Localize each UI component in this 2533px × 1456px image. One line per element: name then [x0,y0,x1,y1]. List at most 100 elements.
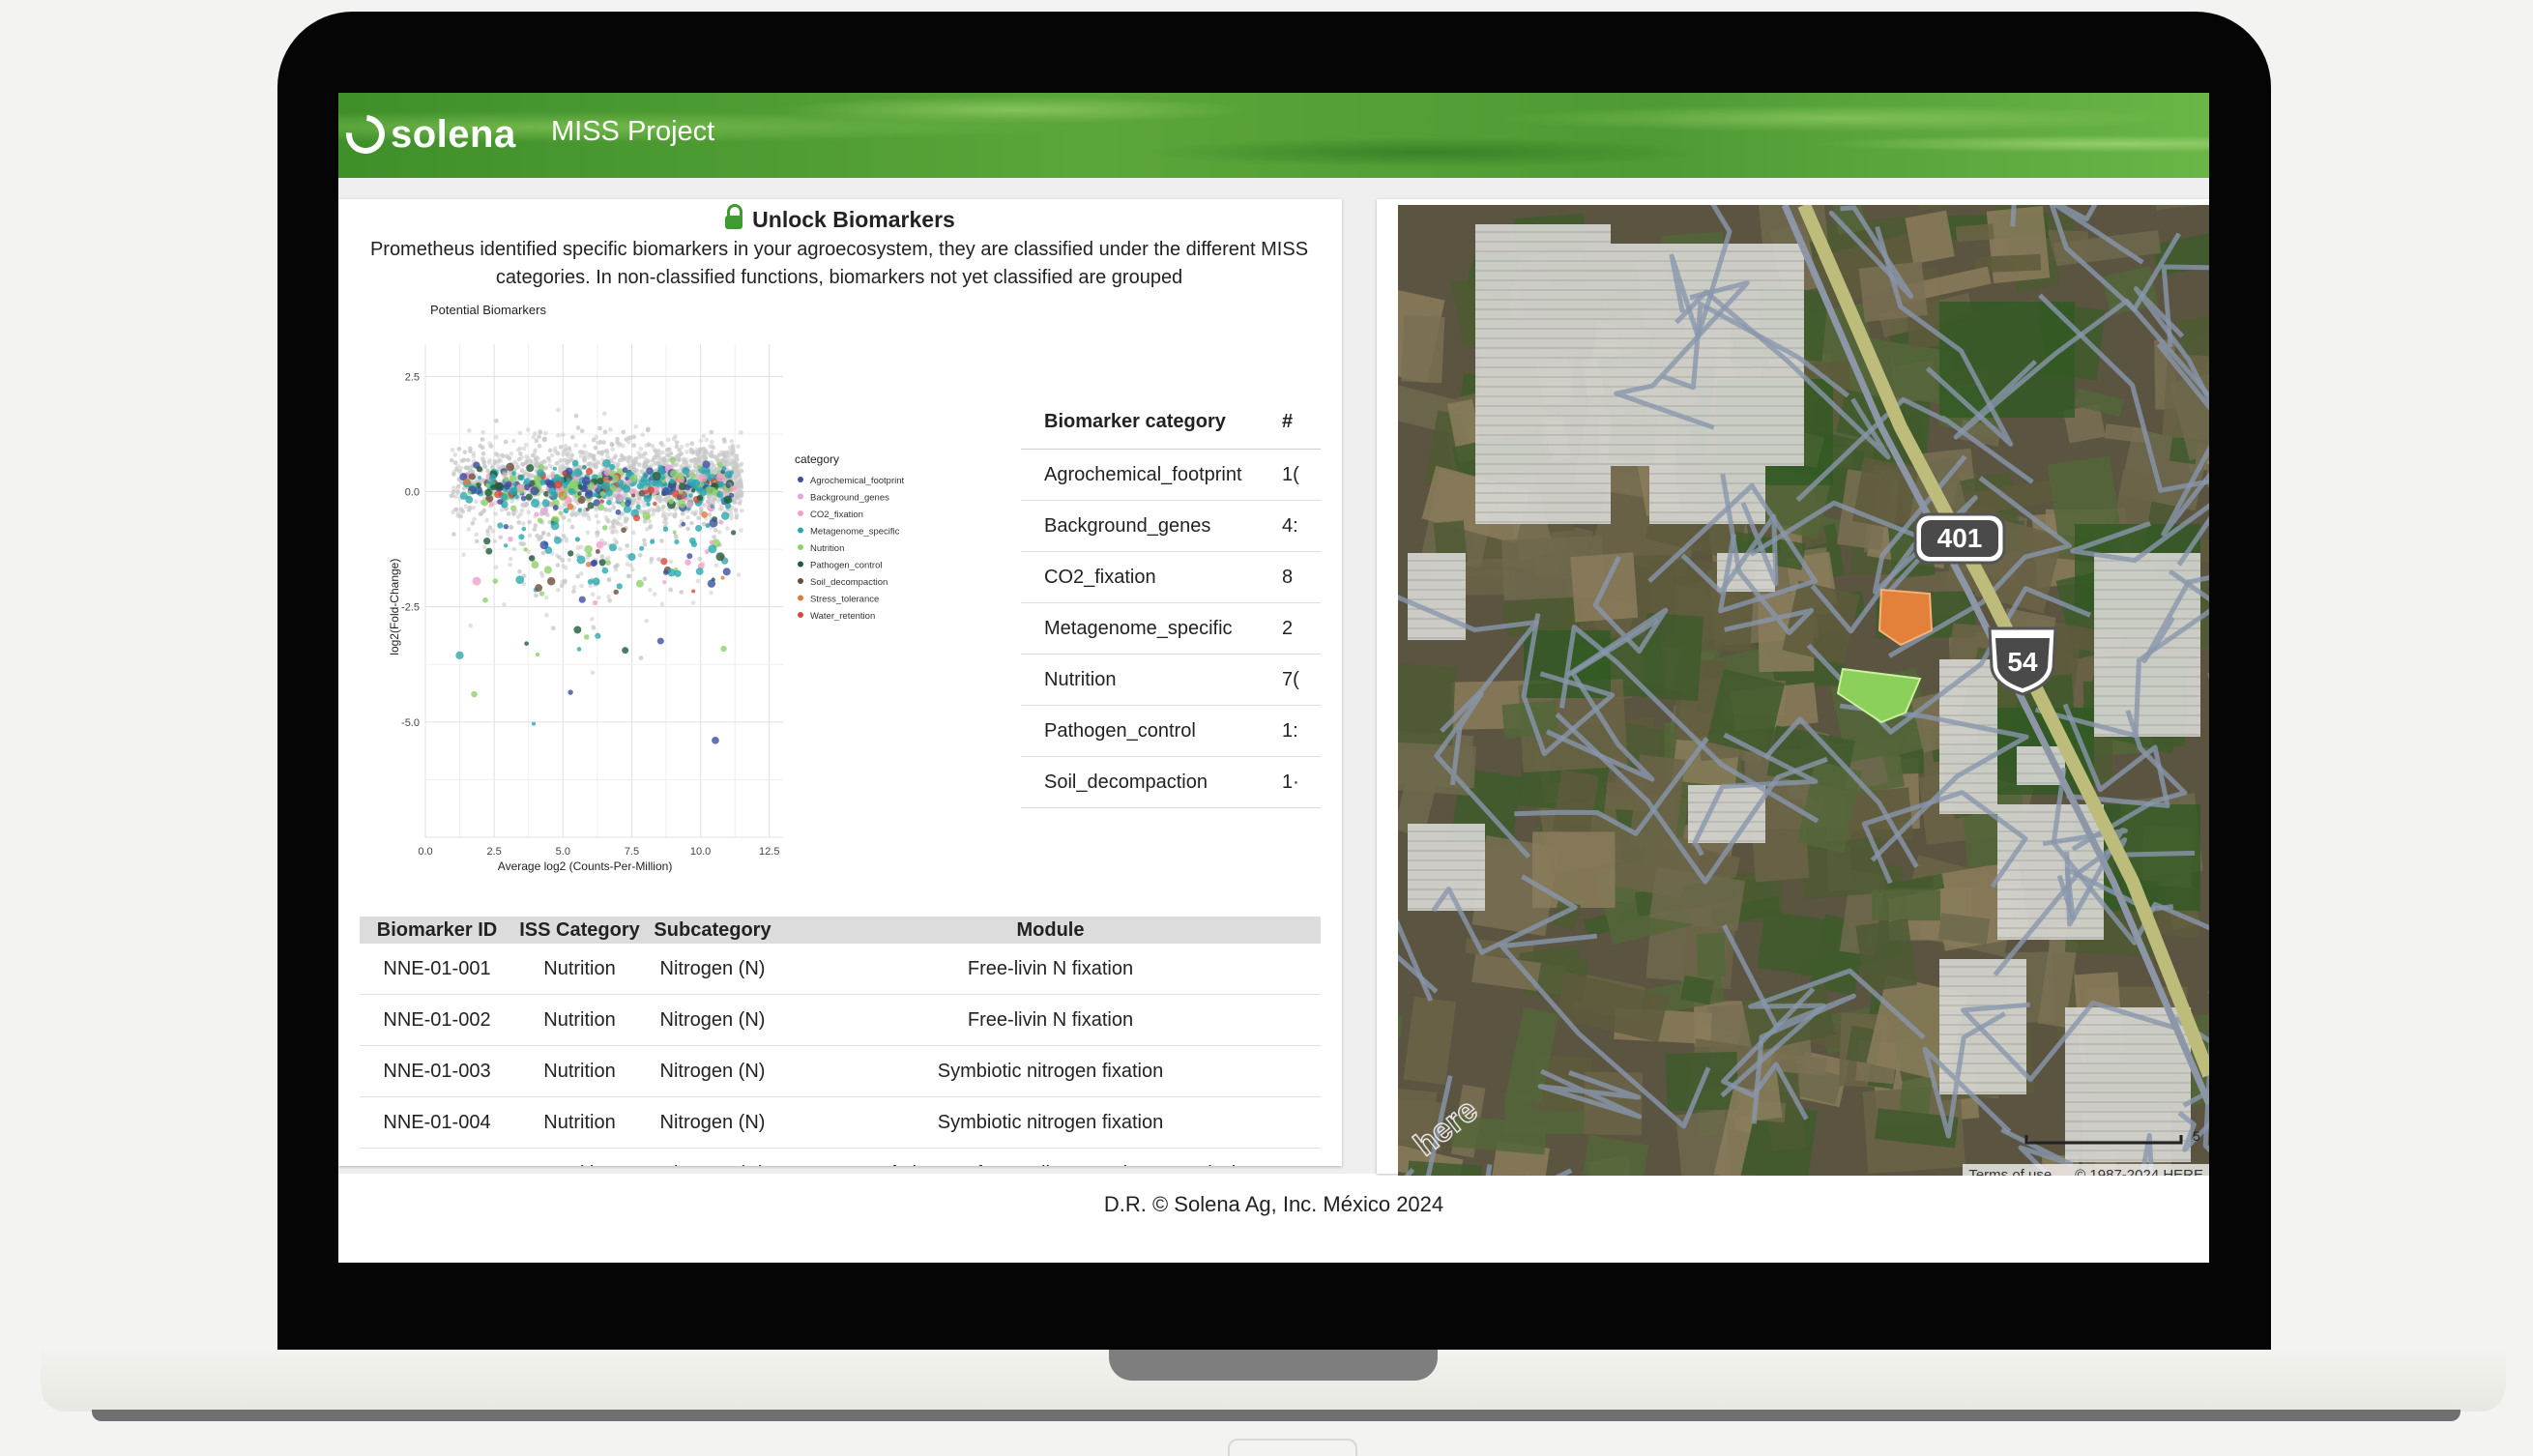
background-point [640,432,645,437]
background-point [557,555,562,560]
background-point [589,617,595,622]
header-iss-category[interactable]: ISS Category [514,919,645,942]
background-point [558,505,563,510]
series-point-metagenome_specific [725,503,732,510]
legend-swatch [798,561,803,568]
series-point-nutrition [558,510,564,515]
category-row[interactable]: Agrochemical_footprint 1( [1021,450,1321,501]
header-subcategory[interactable]: Subcategory [645,919,780,942]
background-point [689,520,694,526]
page-footer: D.R. © Solena Ag, Inc. México 2024 [338,1176,2209,1234]
background-point [668,587,673,593]
series-point-nutrition [543,566,552,574]
app-header: solena MISS Project [338,93,2209,180]
background-point [697,447,703,452]
series-point-metagenome_specific [537,469,545,478]
series-point-agrochemical_footprint [681,521,686,527]
background-point [626,573,631,579]
category-table: Biomarker category # Agrochemical_footpr… [1021,394,1321,808]
background-point [596,460,600,465]
background-point [685,526,690,532]
background-point [729,515,734,521]
biomarkers-panel: Unlock Biomarkers Prometheus identified … [338,199,1342,1166]
background-point [575,573,580,579]
biomarker-table-row[interactable]: NNE-01-004 Nutrition Nitrogen (N) Symbiotic… [360,1097,1321,1149]
background-point [638,655,644,660]
unlock-title: Unlock Biomarkers [752,207,955,232]
header-module[interactable]: Module [780,919,1321,942]
background-point [660,457,666,463]
series-point-nutrition [635,579,644,588]
background-point [511,438,516,444]
series-point-metagenome_specific [682,466,690,475]
background-point [736,572,742,577]
background-point [519,468,525,474]
category-row[interactable]: Soil_decompaction 1· [1021,757,1321,808]
background-point [509,451,514,456]
background-point [709,450,714,455]
map-imagery[interactable]: 40154here 5 [1398,205,2209,1185]
biomarker-table-row[interactable]: NNE-01-001 Nutrition Nitrogen (N) Free-livi… [360,944,1321,995]
background-point [539,570,544,576]
series-point-metagenome_specific [674,569,682,577]
map-greenhouse [1939,659,1997,814]
series-point-soil_decompaction [613,589,619,596]
background-point [664,448,670,452]
series-point-background_genes [616,487,622,493]
background-point [468,469,473,474]
category-count: 2 [1282,617,1294,639]
background-point [618,546,623,552]
series-point-pathogen_control [597,478,604,485]
background-point [484,517,489,523]
background-point [690,450,696,454]
satellite-map[interactable]: 401 54 here 5 Terms of use © 1987-2024 HERE [1398,205,2209,1185]
category-row[interactable]: CO2_fixation 8 [1021,552,1321,603]
header-biomarker-id[interactable]: Biomarker ID [360,919,514,942]
series-point-metagenome_specific [688,537,696,544]
solena-logo[interactable]: solena [338,106,516,162]
series-point-agrochemical_footprint [539,540,549,550]
background-point [535,533,539,539]
series-point-agrochemical_footprint [552,505,559,510]
background-point [638,447,644,451]
series-point-co2_fixation [472,576,481,586]
category-row[interactable]: Background_genes 4: [1021,501,1321,552]
series-point-nutrition [523,547,528,552]
category-row[interactable]: Pathogen_control 1: [1021,706,1321,757]
background-point [734,453,740,459]
biomarker-table-row[interactable]: NNE-01-005NutritionNitrogen (N)Loss of n… [360,1149,1321,1167]
series-point-agrochemical_footprint [661,487,670,496]
series-point-water_retention [554,480,563,489]
background-point [478,443,483,449]
series-point-nutrition [482,597,488,603]
subcategory-cell: Nitrogen (N) [659,1060,766,1082]
subcategory-cell: Nitrogen (N) [645,1163,780,1167]
series-point-agrochemical_footprint [686,553,693,560]
legend-label: Pathogen_control [810,561,882,571]
background-point [449,493,454,499]
category-row[interactable]: Metagenome_specific 2 [1021,603,1321,655]
background-point [498,458,504,463]
background-point [560,432,566,438]
category-count: 1( [1282,463,1299,485]
x-tick-label: 12.5 [759,846,779,858]
background-point [567,517,572,523]
background-point [673,511,678,517]
background-point [674,444,680,450]
background-point [593,445,598,451]
series-point-metagenome_specific [601,481,611,490]
background-point [621,429,626,435]
series-point-pathogen_control [524,641,529,646]
background-point [709,590,713,596]
biomarker-table-row[interactable]: NNE-01-002 Nutrition Nitrogen (N) Free-livi… [360,995,1321,1046]
biomarker-table-row[interactable]: NNE-01-003 Nutrition Nitrogen (N) Symbiotic… [360,1046,1321,1097]
background-point [467,446,473,451]
map-panel: 401 54 here 5 Terms of use © 1987-2024 HERE [1377,199,2209,1185]
series-point-nutrition [481,499,489,507]
category-row[interactable]: Nutrition 7( [1021,655,1321,706]
series-point-metagenome_specific [518,474,525,481]
highway-shield-401: 401 [1913,512,2006,565]
module-cell: Symbiotic nitrogen fixation [937,1111,1164,1133]
background-point [512,459,517,465]
background-point [716,452,722,457]
